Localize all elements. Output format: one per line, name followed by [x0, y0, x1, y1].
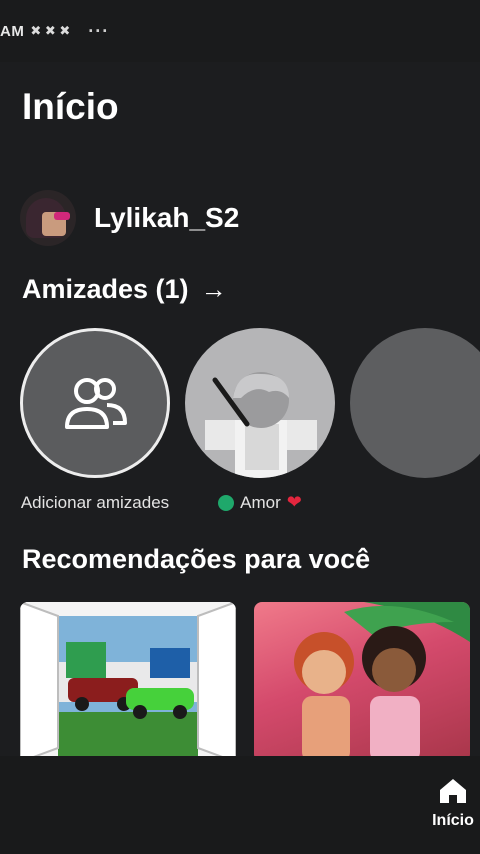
- heart-icon: ❤: [286, 492, 302, 512]
- nav-home-tab[interactable]: Início: [428, 778, 478, 830]
- online-status-icon: [218, 494, 235, 511]
- friend-name-row: Amor ❤: [185, 492, 335, 513]
- status-bar: AM ✖ ✖ ✖ ···: [0, 0, 480, 62]
- recommendations-row: [20, 602, 480, 756]
- game-thumbnail-cars: [20, 602, 236, 756]
- nav-home-label: Início: [432, 812, 474, 829]
- friend-name: Amor: [240, 492, 281, 512]
- add-friends-button[interactable]: Adicionar amizades: [20, 328, 170, 515]
- avatar[interactable]: [20, 190, 76, 246]
- notification-icons: ✖ ✖ ✖: [30, 23, 71, 38]
- add-friends-label: Adicionar amizades: [20, 493, 170, 512]
- page-title: Início: [22, 86, 119, 127]
- game-card[interactable]: [20, 602, 236, 756]
- friend-avatar-figure: [205, 372, 317, 478]
- status-time: AM: [0, 22, 25, 40]
- recommendations-title: Recomendações para você: [22, 544, 371, 574]
- game-thumbnail-beach: [294, 602, 470, 756]
- friends-carousel: Adicionar amizades Amor ❤: [20, 328, 480, 548]
- friends-header[interactable]: Amizades (1) →: [22, 274, 227, 305]
- home-icon: [440, 779, 466, 803]
- more-notifications-icon: ···: [88, 20, 110, 41]
- friend-avatar[interactable]: [185, 328, 335, 478]
- username[interactable]: Lylikah_S2: [94, 202, 239, 234]
- bottom-nav: Início: [0, 756, 480, 854]
- arrow-right-icon[interactable]: →: [201, 274, 227, 305]
- friend-item-amor[interactable]: Amor ❤: [185, 328, 335, 513]
- home-screen: Início Lylikah_S2 Amizades (1) → Adicion…: [0, 62, 480, 756]
- add-friends-circle[interactable]: [20, 328, 170, 478]
- friend-item-placeholder[interactable]: [350, 328, 480, 478]
- friends-header-label: Amizades (1): [22, 274, 189, 304]
- people-icon: [65, 378, 127, 429]
- profile-row[interactable]: Lylikah_S2: [20, 190, 239, 246]
- game-card[interactable]: [254, 602, 470, 756]
- friend-avatar-placeholder[interactable]: [350, 328, 480, 478]
